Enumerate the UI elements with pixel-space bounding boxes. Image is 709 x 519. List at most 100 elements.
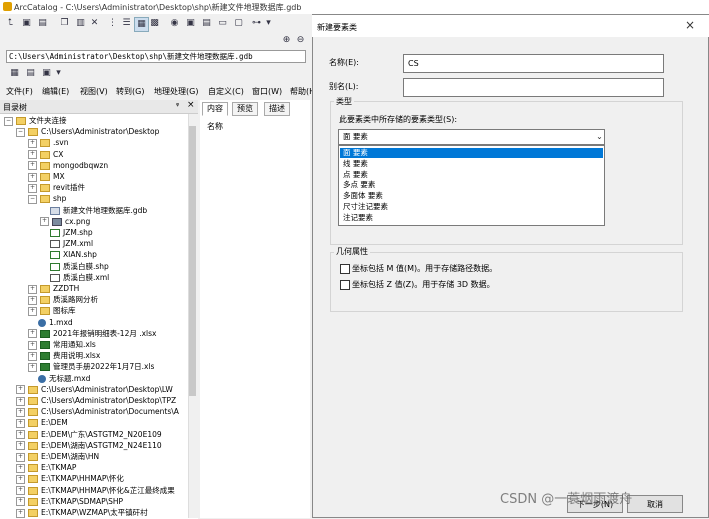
tree-item[interactable]: + ZZDTH [28,283,79,294]
expand-icon[interactable]: + [16,486,25,496]
feature-type-option[interactable]: 注记要素 [340,213,603,223]
expand-icon[interactable]: + [28,340,37,350]
modelbuilder-icon[interactable]: ▢ [232,17,245,30]
tree-item[interactable]: + E:\DEM\广东\ASTGTM2_N20E109 [16,429,162,440]
expand-icon[interactable]: + [16,385,25,395]
expand-icon[interactable]: + [16,508,25,518]
expand-icon[interactable]: + [16,418,25,428]
expand-icon[interactable]: + [16,497,25,507]
feature-type-option[interactable]: 点 要素 [340,170,603,180]
tree-scrollbar-thumb[interactable] [189,126,196,396]
tree-item[interactable]: +2021年报销明细表-12月 .xlsx [28,328,156,339]
edit-metadata-icon[interactable]: ▤ [24,67,37,80]
large-icons-icon[interactable]: ⋮ [106,17,119,30]
z-values-checkbox[interactable] [340,280,350,290]
details-icon[interactable]: ▦ [134,17,149,32]
expand-icon[interactable]: + [16,441,25,451]
copy-icon[interactable]: ❐ [58,17,71,30]
menu-view[interactable]: 视图(V) [80,86,108,97]
tree-item[interactable]: + C:\Users\Administrator\Documents\A [16,406,179,417]
feature-type-option[interactable]: 多面体 要素 [340,191,603,201]
expand-icon[interactable]: + [28,362,37,372]
tree-item[interactable]: − shp [28,193,66,204]
zoom-out-icon[interactable]: ⊖ [294,34,307,47]
toolbar-dropdown-icon[interactable]: ▾ [262,17,275,30]
tree-item[interactable]: + C:\Users\Administrator\Desktop\LW [16,384,173,395]
pin-icon[interactable]: ᵠ [176,101,179,110]
tree-item[interactable]: + E:\DEM\湖南\ASTGTM2_N24E110 [16,440,162,451]
expand-icon[interactable]: + [28,150,37,160]
delete-icon[interactable]: ✕ [88,17,101,30]
tree-item[interactable]: + E:\TKMAP\HHMAP\怀化 [16,473,124,484]
feature-type-option[interactable]: 面 要素 [340,148,603,158]
tree-item[interactable]: 1.mxd [28,317,73,328]
menu-geoprocessing[interactable]: 地理处理(G) [154,86,198,97]
tree-item[interactable]: JZM.xml [40,238,93,249]
chevron-down-icon[interactable]: ⌄ [594,129,605,145]
collapse-icon[interactable]: − [16,127,25,137]
tree-item[interactable]: + E:\TKMAP\HHMAP\怀化&芷江最终成果 [16,485,175,496]
tree-item[interactable]: + mongodbqwzn [28,160,108,171]
expand-icon[interactable]: + [28,351,37,361]
expand-icon[interactable]: + [16,430,25,440]
tree-item[interactable]: 新建文件地理数据库.gdb [40,205,147,216]
tree-item[interactable]: 质溪白膜.xml [40,272,109,283]
zoom-in-icon[interactable]: ⊕ [280,34,293,47]
tree-item[interactable]: + CX [28,149,63,160]
expand-icon[interactable]: + [28,183,37,193]
tab-preview[interactable]: 预览 [232,102,258,116]
expand-icon[interactable]: + [16,396,25,406]
toolbar3-dropdown-icon[interactable]: ▾ [52,67,65,80]
expand-icon[interactable]: + [16,474,25,484]
expand-icon[interactable]: + [16,452,25,462]
expand-icon[interactable]: + [16,463,25,473]
tree-item[interactable]: 质溪白膜.shp [40,261,109,272]
tree-item[interactable]: + revit插件 [28,182,85,193]
name-field[interactable]: CS [403,54,664,73]
feature-type-option[interactable]: 多点 要素 [340,180,603,190]
metadata-icon[interactable]: ▦ [8,67,21,80]
tree-item[interactable]: XIAN.shp [40,249,97,260]
tree-item[interactable]: + E:\TKMAP\SDMAP\SHP [16,496,123,507]
feature-type-option[interactable]: 线 要素 [340,159,603,169]
tree-item[interactable]: + E:\TKMAP\WZMAP\太平镇矸村 [16,507,148,518]
tree-item[interactable]: + 常用通知.xls [28,339,96,350]
expand-icon[interactable]: + [28,306,37,316]
m-values-checkbox[interactable] [340,264,350,274]
expand-icon[interactable]: + [28,295,37,305]
tree-item[interactable]: + 质溪路网分析 [28,294,98,305]
feature-type-select[interactable]: 面 要素 [338,129,605,145]
paste-icon[interactable]: ▥ [74,17,87,30]
expand-icon[interactable]: + [28,172,37,182]
up-folder-icon[interactable]: ⮤ [4,17,17,30]
cancel-button[interactable]: 取消 [627,495,683,513]
collapse-icon[interactable]: − [28,194,37,204]
tree-close-icon[interactable]: × [187,100,195,110]
connect-folder-icon[interactable]: ▣ [20,17,33,30]
column-header-name[interactable]: 名称 [207,121,223,132]
tree-item[interactable]: + 图标库 [28,305,76,316]
tree-item[interactable]: + 费用说明.xlsx [28,350,100,361]
dialog-close-button[interactable]: × [683,18,697,32]
thumbnails-icon[interactable]: ▩ [148,17,161,30]
tree-item[interactable]: − 文件夹连接 [4,115,67,126]
expand-icon[interactable]: + [28,138,37,148]
expand-icon[interactable]: + [28,329,37,339]
alias-field[interactable] [403,78,664,97]
tree-item[interactable]: + 管理员手册2022年1月7日.xls [28,361,154,372]
location-bar[interactable]: C:\Users\Administrator\Desktop\shp\新建文件地… [6,50,306,63]
catalog-window-icon[interactable]: ▣ [184,17,197,30]
disconnect-folder-icon[interactable]: ▤ [36,17,49,30]
menu-edit[interactable]: 编辑(E) [42,86,69,97]
expand-icon[interactable]: + [16,407,25,417]
menu-customize[interactable]: 自定义(C) [208,86,244,97]
expand-icon[interactable]: + [40,217,49,227]
expand-icon[interactable]: + [28,284,37,294]
tab-description[interactable]: 描述 [264,102,290,116]
menu-file[interactable]: 文件(F) [6,86,33,97]
tree-item[interactable]: + E:\TKMAP [16,462,76,473]
python-icon[interactable]: ▭ [216,17,229,30]
list-icon[interactable]: ☰ [120,17,133,30]
tree-item[interactable]: JZM.shp [40,227,93,238]
tree-item[interactable]: + cx.png [40,216,90,227]
